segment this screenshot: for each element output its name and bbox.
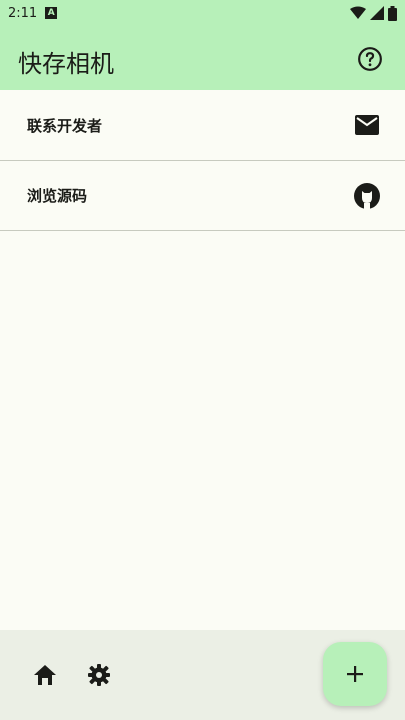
add-button[interactable] (323, 642, 387, 706)
contact-developer-item[interactable]: 联系开发者 (0, 90, 405, 161)
page-title: 快存相机 (18, 50, 114, 78)
contact-developer-label: 联系开发者 (27, 116, 103, 135)
bottom-navigation-bar (0, 630, 405, 720)
notification-icon: A (45, 7, 58, 19)
settings-list: 联系开发者 浏览源码 (0, 90, 405, 231)
status-time: 2:11 (8, 5, 38, 21)
home-icon[interactable] (32, 662, 58, 688)
browse-source-item[interactable]: 浏览源码 (0, 161, 405, 231)
wifi-icon (350, 6, 366, 19)
battery-icon (388, 5, 397, 21)
status-bar: 2:11 A (0, 0, 405, 26)
plus-icon (347, 666, 363, 682)
help-circle-icon[interactable] (357, 46, 383, 72)
app-header: 2:11 A 快存相机 (0, 0, 405, 90)
signal-icon (370, 6, 384, 20)
settings-icon[interactable] (86, 662, 112, 688)
github-icon (353, 182, 381, 210)
browse-source-label: 浏览源码 (27, 187, 88, 205)
mail-icon (353, 111, 381, 139)
